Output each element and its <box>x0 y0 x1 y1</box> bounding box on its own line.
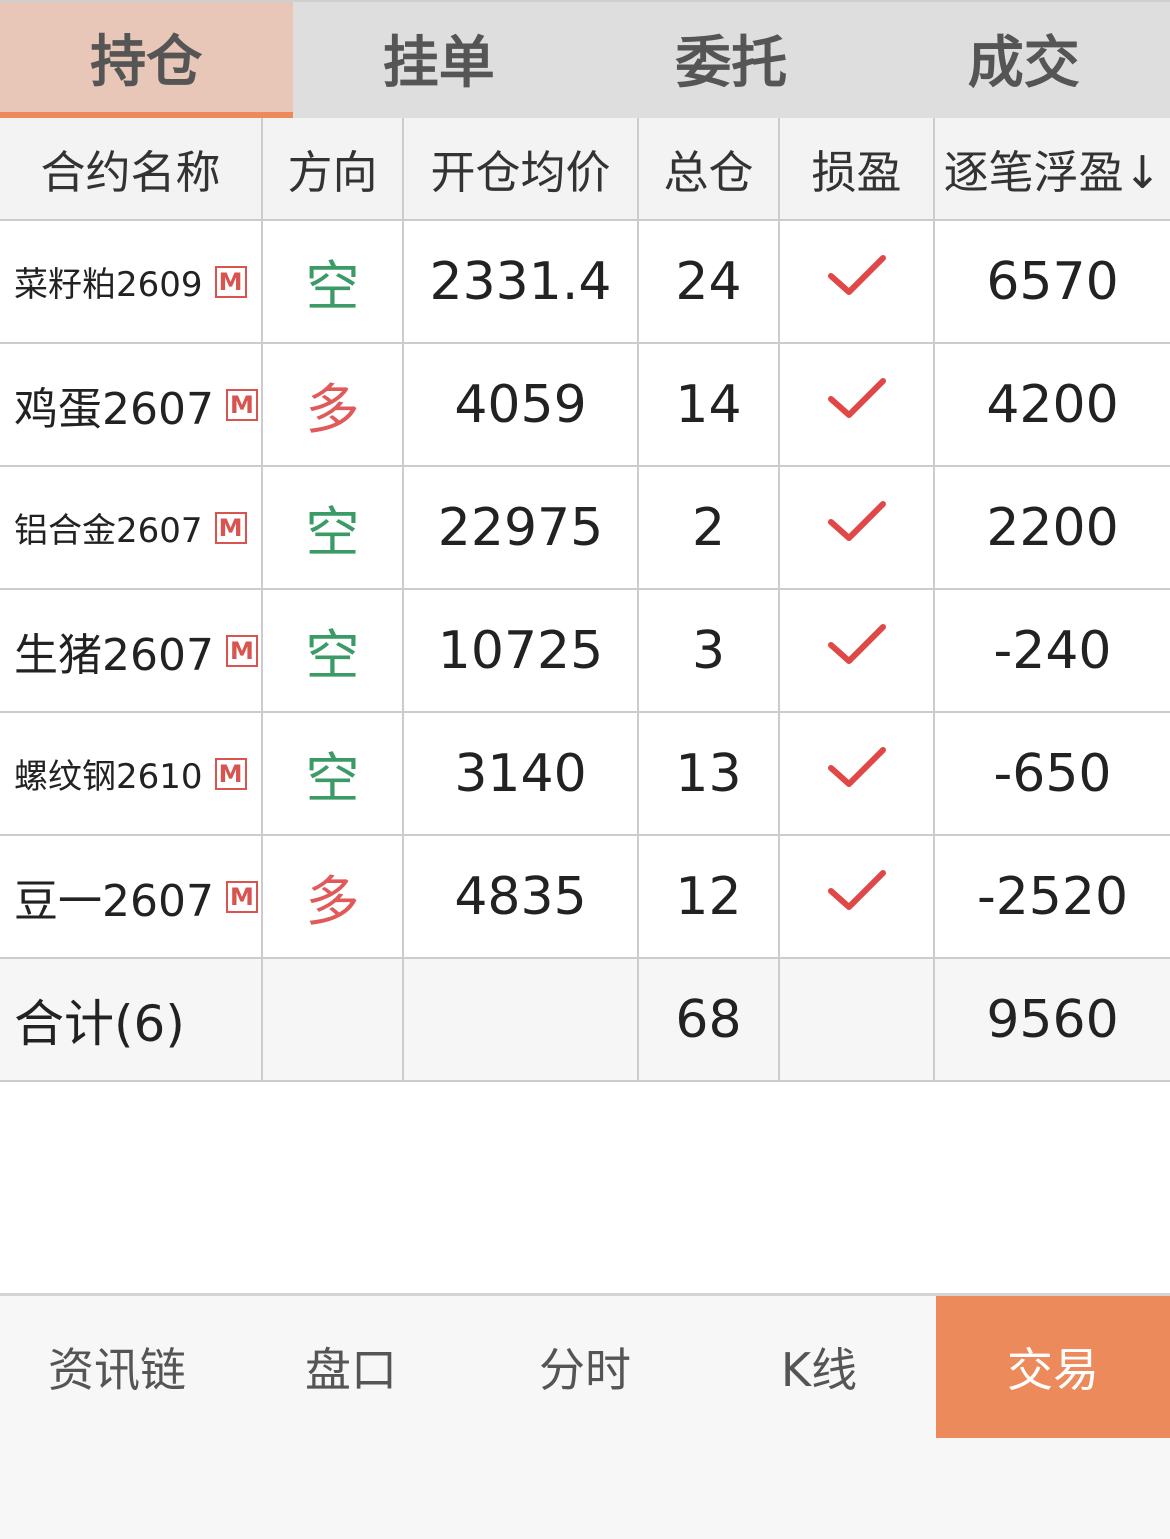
direction-label: 多 <box>305 378 360 441</box>
direction-cell: 空 <box>262 220 404 344</box>
table-row[interactable]: 铝合金2607 M 空 22975 2 2200 <box>0 466 1170 590</box>
total-cell: 3 <box>638 589 780 713</box>
summary-empty-cell <box>779 958 935 1082</box>
stop-profit-cell[interactable] <box>779 220 935 344</box>
floating-profit-cell: 4200 <box>934 343 1170 467</box>
contract-name-cell: 豆一2607 M <box>0 835 263 959</box>
contract-name-cell: 螺纹钢2610 M <box>0 712 263 836</box>
check-icon <box>827 378 886 418</box>
direction-label: 空 <box>305 747 360 810</box>
contract-name: 生猪2607 <box>14 629 214 681</box>
m-badge-icon: M <box>225 880 258 913</box>
avg-price-cell: 10725 <box>403 589 639 713</box>
stop-profit-cell[interactable] <box>779 466 935 590</box>
avg-price-cell: 4835 <box>403 835 639 959</box>
table-row[interactable]: 豆一2607 M 多 4835 12 -2520 <box>0 835 1170 959</box>
column-header-stop-profit[interactable]: 损盈 <box>779 118 935 221</box>
tab-orders[interactable]: 委托 <box>585 2 878 118</box>
column-header-total[interactable]: 总仓 <box>638 118 780 221</box>
avg-price-cell: 3140 <box>403 712 639 836</box>
avg-price-cell: 4059 <box>403 343 639 467</box>
m-badge-icon: M <box>225 634 258 667</box>
bottom-nav: 资讯链 盘口 分时 K线 交易 <box>0 1296 1170 1438</box>
check-icon <box>827 255 886 295</box>
stop-profit-cell[interactable] <box>779 589 935 713</box>
contract-name: 螺纹钢2610 <box>14 757 203 797</box>
m-badge-icon: M <box>214 757 247 790</box>
table-row[interactable]: 菜籽粕2609 M 空 2331.4 24 6570 <box>0 220 1170 344</box>
floating-profit-cell: -240 <box>934 589 1170 713</box>
table-header-row: 合约名称 方向 开仓均价 总仓 损盈 逐笔浮盈↓ <box>0 118 1170 221</box>
top-tab-bar: 持仓 挂单 委托 成交 <box>0 0 1170 118</box>
summary-profit: 9560 <box>934 958 1170 1082</box>
contract-name-cell: 生猪2607 M <box>0 589 263 713</box>
column-header-direction[interactable]: 方向 <box>262 118 404 221</box>
direction-cell: 多 <box>262 343 404 467</box>
summary-total: 68 <box>638 958 780 1082</box>
summary-row: 合计(6) 68 9560 <box>0 958 1170 1082</box>
table-row[interactable]: 螺纹钢2610 M 空 3140 13 -650 <box>0 712 1170 836</box>
contract-name-cell: 菜籽粕2609 M <box>0 220 263 344</box>
check-icon <box>827 501 886 541</box>
nav-news-chain[interactable]: 资讯链 <box>0 1296 234 1438</box>
contract-name: 鸡蛋2607 <box>14 383 214 435</box>
m-badge-icon: M <box>214 265 247 298</box>
direction-cell: 多 <box>262 835 404 959</box>
direction-label: 空 <box>305 255 360 318</box>
summary-empty-cell <box>403 958 639 1082</box>
direction-label: 空 <box>305 624 360 687</box>
nav-kline[interactable]: K线 <box>702 1296 936 1438</box>
positions-table: 合约名称 方向 开仓均价 总仓 损盈 逐笔浮盈↓ 菜籽粕2609 M 空 233… <box>0 118 1170 1082</box>
contract-name: 菜籽粕2609 <box>14 265 203 305</box>
total-cell: 14 <box>638 343 780 467</box>
bottom-bar: 资讯链 盘口 分时 K线 交易 <box>0 1293 1170 1539</box>
contract-name-cell: 铝合金2607 M <box>0 466 263 590</box>
floating-profit-cell: -2520 <box>934 835 1170 959</box>
check-icon <box>827 747 886 787</box>
total-cell: 24 <box>638 220 780 344</box>
avg-price-cell: 2331.4 <box>403 220 639 344</box>
floating-profit-cell: 2200 <box>934 466 1170 590</box>
contract-name-cell: 鸡蛋2607 M <box>0 343 263 467</box>
total-cell: 12 <box>638 835 780 959</box>
total-cell: 13 <box>638 712 780 836</box>
check-icon <box>827 624 886 664</box>
direction-label: 多 <box>305 870 360 933</box>
stop-profit-cell[interactable] <box>779 343 935 467</box>
summary-empty-cell <box>262 958 404 1082</box>
avg-price-cell: 22975 <box>403 466 639 590</box>
direction-cell: 空 <box>262 466 404 590</box>
table-row[interactable]: 生猪2607 M 空 10725 3 -240 <box>0 589 1170 713</box>
contract-name: 豆一2607 <box>14 875 214 927</box>
tab-positions[interactable]: 持仓 <box>0 2 293 118</box>
nav-order-book[interactable]: 盘口 <box>234 1296 468 1438</box>
nav-trade[interactable]: 交易 <box>936 1296 1170 1438</box>
summary-label: 合计(6) <box>0 958 263 1082</box>
stop-profit-cell[interactable] <box>779 712 935 836</box>
contract-name: 铝合金2607 <box>14 511 203 551</box>
tab-pending-orders[interactable]: 挂单 <box>293 2 586 118</box>
direction-label: 空 <box>305 501 360 564</box>
floating-profit-cell: -650 <box>934 712 1170 836</box>
floating-profit-cell: 6570 <box>934 220 1170 344</box>
column-header-contract[interactable]: 合约名称 <box>0 118 263 221</box>
stop-profit-cell[interactable] <box>779 835 935 959</box>
m-badge-icon: M <box>214 511 247 544</box>
table-row[interactable]: 鸡蛋2607 M 多 4059 14 4200 <box>0 343 1170 467</box>
tab-trades[interactable]: 成交 <box>878 2 1170 118</box>
column-header-avg-price[interactable]: 开仓均价 <box>403 118 639 221</box>
nav-intraday[interactable]: 分时 <box>468 1296 702 1438</box>
check-icon <box>827 870 886 910</box>
direction-cell: 空 <box>262 589 404 713</box>
column-header-floating-profit[interactable]: 逐笔浮盈↓ <box>934 118 1170 221</box>
direction-cell: 空 <box>262 712 404 836</box>
total-cell: 2 <box>638 466 780 590</box>
m-badge-icon: M <box>225 388 258 421</box>
